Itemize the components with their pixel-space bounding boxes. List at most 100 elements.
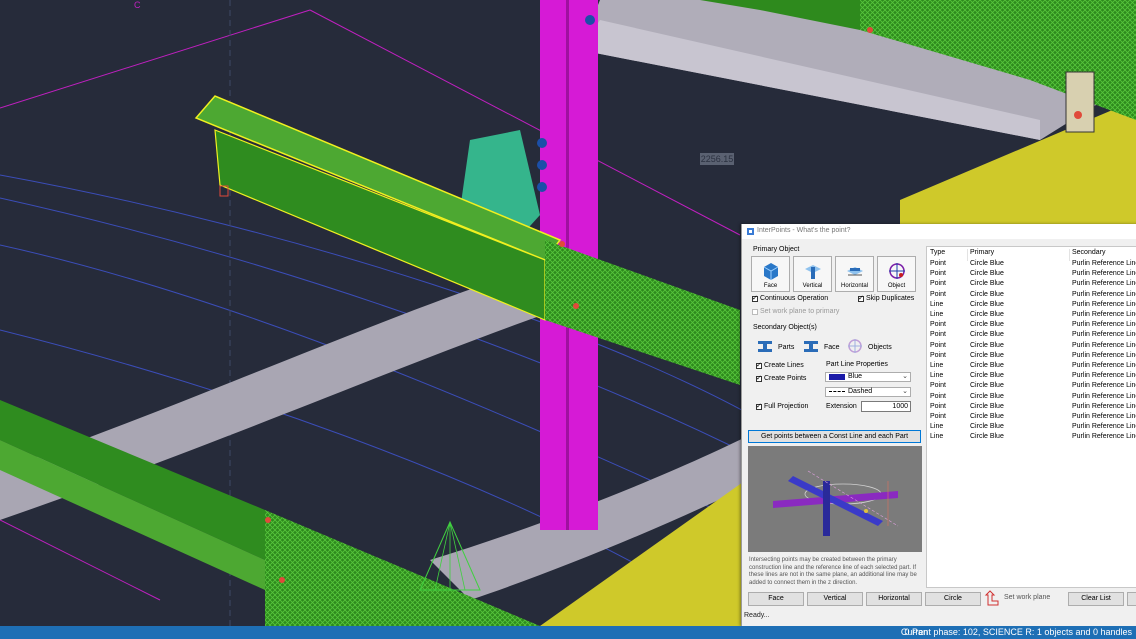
- primary-object-button[interactable]: Object: [877, 256, 916, 292]
- tab-objects[interactable]: Objects: [846, 334, 896, 358]
- app-icon: [747, 228, 754, 235]
- row-type: Point: [930, 290, 946, 298]
- extension-label: Extension: [826, 403, 857, 410]
- row-primary: Circle Blue: [970, 351, 1004, 359]
- row-primary: Circle Blue: [970, 280, 1004, 288]
- row-secondary: Purlin Reference Line: [1072, 351, 1136, 359]
- extra-button[interactable]: [1127, 592, 1136, 606]
- row-primary: Circle Blue: [970, 382, 1004, 390]
- tab-face[interactable]: Face: [802, 334, 842, 358]
- horizontal-button[interactable]: Horizontal: [866, 592, 922, 606]
- clear-list-button[interactable]: Clear List: [1068, 592, 1124, 606]
- interpoints-dialog: InterPoints - What's the point? Primary …: [741, 224, 1136, 626]
- table-row[interactable]: Point Circle Blue Purlin Reference Line: [927, 270, 1136, 280]
- row-primary: Circle Blue: [970, 321, 1004, 329]
- row-secondary: Purlin Reference Line: [1072, 311, 1136, 318]
- part-line-properties-label: Part Line Properties: [826, 361, 888, 368]
- row-secondary: Purlin Reference Line: [1072, 280, 1136, 288]
- row-type: Line: [930, 423, 944, 431]
- row-secondary: Purlin Reference Line: [1072, 433, 1136, 441]
- skip-duplicates-label: Skip Duplicates: [866, 295, 915, 302]
- chevron-down-icon: ⌄: [902, 388, 908, 395]
- preview-image: [748, 446, 922, 552]
- header-secondary[interactable]: Secondary: [1072, 249, 1105, 256]
- row-secondary: Purlin Reference Line: [1072, 392, 1136, 400]
- table-row[interactable]: Point Circle Blue Purlin Reference Line: [927, 352, 1136, 362]
- header-primary[interactable]: Primary: [970, 249, 994, 256]
- table-header: Type Primary Secondary: [927, 249, 1136, 261]
- row-secondary: Purlin Reference Line: [1072, 372, 1136, 380]
- dashed-line-swatch: [829, 391, 845, 392]
- table-row[interactable]: Line Circle Blue Purlin Reference Line: [927, 423, 1136, 433]
- extension-input[interactable]: 1000: [861, 401, 911, 412]
- row-type: Line: [930, 372, 944, 380]
- table-row[interactable]: Point Circle Blue Purlin Reference Line: [927, 321, 1136, 331]
- row-primary: Circle Blue: [970, 402, 1004, 410]
- vertical-button[interactable]: Vertical: [807, 592, 863, 606]
- continuous-operation-checkbox[interactable]: [752, 294, 758, 302]
- row-primary: Circle Blue: [970, 270, 1004, 278]
- row-type: Line: [930, 362, 944, 369]
- circle-button[interactable]: Circle: [925, 592, 981, 606]
- face-button[interactable]: Face: [748, 592, 804, 606]
- line-color-select[interactable]: Blue ⌄: [825, 372, 911, 382]
- primary-vertical-button[interactable]: Vertical: [793, 256, 832, 292]
- table-row[interactable]: Point Circle Blue Purlin Reference Line: [927, 342, 1136, 352]
- row-primary: Circle Blue: [970, 300, 1004, 308]
- color-swatch: [829, 374, 845, 380]
- row-type: Point: [930, 392, 946, 400]
- tab-parts[interactable]: Parts: [756, 334, 802, 358]
- face-icon: [804, 341, 818, 352]
- set-work-plane-primary-checkbox[interactable]: [752, 309, 758, 315]
- row-primary: Circle Blue: [970, 413, 1004, 420]
- preview-graphic: [773, 470, 899, 536]
- row-secondary: Purlin Reference Line: [1072, 260, 1136, 267]
- row-type: Point: [930, 280, 946, 288]
- full-projection-checkbox[interactable]: [756, 402, 762, 410]
- row-secondary: Purlin Reference Line: [1072, 362, 1136, 369]
- table-row[interactable]: Point Circle Blue Purlin Reference Line: [927, 403, 1136, 413]
- skip-duplicates-checkbox[interactable]: [858, 294, 864, 302]
- row-primary: Circle Blue: [970, 290, 1004, 298]
- row-primary: Circle Blue: [970, 331, 1004, 339]
- row-secondary: Purlin Reference Line: [1072, 382, 1136, 390]
- table-row[interactable]: Line Circle Blue Purlin Reference Line: [927, 362, 1136, 372]
- row-type: Point: [930, 321, 946, 329]
- row-secondary: Purlin Reference Line: [1072, 423, 1136, 431]
- dialog-titlebar[interactable]: InterPoints - What's the point?: [742, 224, 1136, 239]
- set-work-plane-button[interactable]: Set work plane: [984, 590, 1054, 608]
- continuous-operation-label: Continuous Operation: [760, 295, 829, 302]
- create-points-checkbox[interactable]: [756, 374, 762, 382]
- row-primary: Circle Blue: [970, 260, 1004, 267]
- table-row[interactable]: Point Circle Blue Purlin Reference Line: [927, 413, 1136, 423]
- table-row[interactable]: Line Circle Blue Purlin Reference Line: [927, 372, 1136, 382]
- row-type: Line: [930, 300, 944, 308]
- row-type: Point: [930, 413, 946, 420]
- horizontal-icon: [847, 267, 863, 276]
- table-row[interactable]: Line Circle Blue Purlin Reference Line: [927, 433, 1136, 443]
- dimension-label: 2256.15: [700, 153, 734, 165]
- work-plane-icon: [984, 590, 999, 606]
- create-lines-checkbox[interactable]: [756, 361, 762, 369]
- primary-horizontal-button[interactable]: Horizontal: [835, 256, 874, 292]
- table-row[interactable]: Point Circle Blue Purlin Reference Line: [927, 393, 1136, 403]
- table-row[interactable]: Point Circle Blue Purlin Reference Line: [927, 260, 1136, 270]
- primary-face-button[interactable]: Face: [751, 256, 790, 292]
- dialog-title: InterPoints - What's the point?: [757, 227, 851, 234]
- set-work-plane-primary-label: Set work plane to primary: [760, 308, 840, 315]
- chevron-down-icon: ⌄: [902, 373, 908, 380]
- table-row[interactable]: Point Circle Blue Purlin Reference Line: [927, 280, 1136, 290]
- table-row[interactable]: Line Circle Blue Purlin Reference Line: [927, 311, 1136, 321]
- row-type: Point: [930, 331, 946, 339]
- table-row[interactable]: Point Circle Blue Purlin Reference Line: [927, 291, 1136, 301]
- table-row[interactable]: Point Circle Blue Purlin Reference Line: [927, 382, 1136, 392]
- table-row[interactable]: Point Circle Blue Purlin Reference Line: [927, 331, 1136, 341]
- row-secondary: Purlin Reference Line: [1072, 290, 1136, 298]
- get-points-button[interactable]: Get points between a Const Line and each…: [748, 430, 921, 443]
- row-type: Line: [930, 311, 944, 318]
- results-table[interactable]: Type Primary Secondary Point Circle Blue P…: [926, 246, 1136, 588]
- header-type[interactable]: Type: [930, 249, 945, 256]
- create-lines-label: Create Lines: [764, 362, 804, 369]
- line-type-select[interactable]: Dashed ⌄: [825, 387, 911, 397]
- table-row[interactable]: Line Circle Blue Purlin Reference Line: [927, 301, 1136, 311]
